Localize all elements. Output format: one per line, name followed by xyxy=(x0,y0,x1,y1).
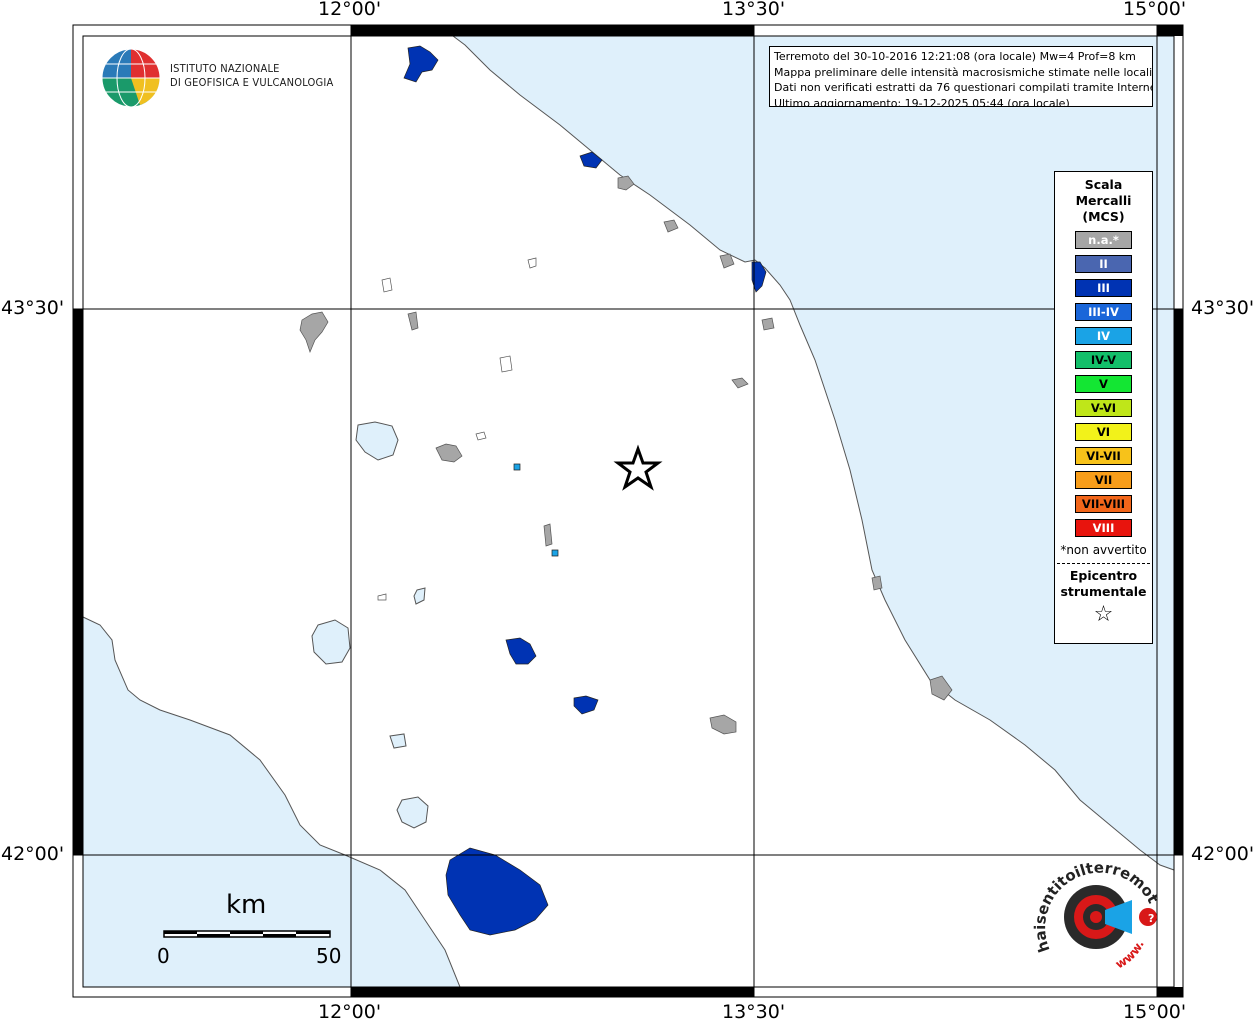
legend-swatch: V-VI xyxy=(1075,399,1132,417)
lat-tick-left-2: 42°00' xyxy=(1,843,65,865)
legend-title-1: Scala xyxy=(1084,177,1123,192)
event-info-line1: Terremoto del 30-10-2016 12:21:08 (ora l… xyxy=(774,50,1136,63)
epicenter-legend-title: Epicentro strumentale xyxy=(1055,568,1152,600)
mcs-legend: Scala Mercalli (MCS) n.a.* II III III-IV IV I… xyxy=(1054,171,1153,644)
legend-swatch: VI-VII xyxy=(1075,447,1132,465)
svg-text:www.: www. xyxy=(1113,938,1147,971)
legend-swatch: III-IV xyxy=(1075,303,1132,321)
legend-swatch: VI xyxy=(1075,423,1132,441)
lon-tick-bottom-1: 12°00' xyxy=(318,1001,382,1023)
scale-min: 0 xyxy=(157,944,170,968)
badge-question: ? xyxy=(1148,912,1154,925)
legend-swatch: VII xyxy=(1075,471,1132,489)
legend-title-3: (MCS) xyxy=(1082,209,1125,224)
badge-text: haisentitoilterremoto.it xyxy=(1030,850,1160,955)
lon-tick-bottom-2: 13°30' xyxy=(722,1001,786,1023)
event-info-line2: Mappa preliminare delle intensità macros… xyxy=(774,65,1153,79)
scale-max: 50 xyxy=(316,944,342,968)
legend-swatch: II xyxy=(1075,255,1132,273)
legend-swatch: VII-VIII xyxy=(1075,495,1132,513)
haisentito-badge[interactable]: haisentitoilterremoto.it www. ? xyxy=(1030,850,1160,980)
ingv-line1: ISTITUTO NAZIONALE xyxy=(170,62,280,75)
ingv-name: ISTITUTO NAZIONALE DI GEOFISICA E VULCAN… xyxy=(170,62,333,90)
legend-items: n.a.* II III III-IV IV IV-V V V-VI VI VI-VII VII VI… xyxy=(1055,231,1152,537)
legend-note: *non avvertito xyxy=(1060,543,1147,557)
legend-swatch: IV-V xyxy=(1075,351,1132,369)
badge-url-prefix: www. xyxy=(1113,938,1147,971)
svg-text:haisentitoilterremoto.it: haisentitoilterremoto.it xyxy=(1030,850,1160,955)
lon-tick-top-1: 12°00' xyxy=(318,0,382,20)
lat-tick-left-1: 43°30' xyxy=(1,297,65,319)
legend-divider xyxy=(1057,563,1150,564)
scale-bar xyxy=(163,930,331,938)
legend-swatch: III xyxy=(1075,279,1132,297)
ingv-logo-icon xyxy=(101,48,161,108)
event-info-line4: Ultimo aggiornamento: 19-12-2025 05:44 (… xyxy=(774,96,1070,107)
ingv-line2: DI GEOFISICA E VULCANOLOGIA xyxy=(170,76,334,89)
lon-tick-bottom-3: 15°00' xyxy=(1123,1001,1187,1023)
lon-tick-top-2: 13°30' xyxy=(722,0,786,20)
epicenter-title-2: strumentale xyxy=(1060,584,1147,599)
scale-unit: km xyxy=(226,890,267,920)
legend-swatch: V xyxy=(1075,375,1132,393)
lon-tick-top-3: 15°00' xyxy=(1123,0,1187,20)
event-info-box: Terremoto del 30-10-2016 12:21:08 (ora l… xyxy=(769,46,1153,107)
legend-swatch: IV xyxy=(1075,327,1132,345)
epicenter-legend-star-icon: ☆ xyxy=(1093,602,1114,627)
epicenter-title-1: Epicentro xyxy=(1069,568,1138,583)
event-info-line3: Dati non verificati estratti da 76 quest… xyxy=(774,81,1153,94)
legend-title-2: Mercalli xyxy=(1075,193,1132,208)
lat-tick-right-2: 42°00' xyxy=(1191,843,1255,865)
legend-swatch: VIII xyxy=(1075,519,1132,537)
legend-title: Scala Mercalli (MCS) xyxy=(1055,177,1152,225)
legend-swatch: n.a.* xyxy=(1075,231,1132,249)
lat-tick-right-1: 43°30' xyxy=(1191,297,1255,319)
